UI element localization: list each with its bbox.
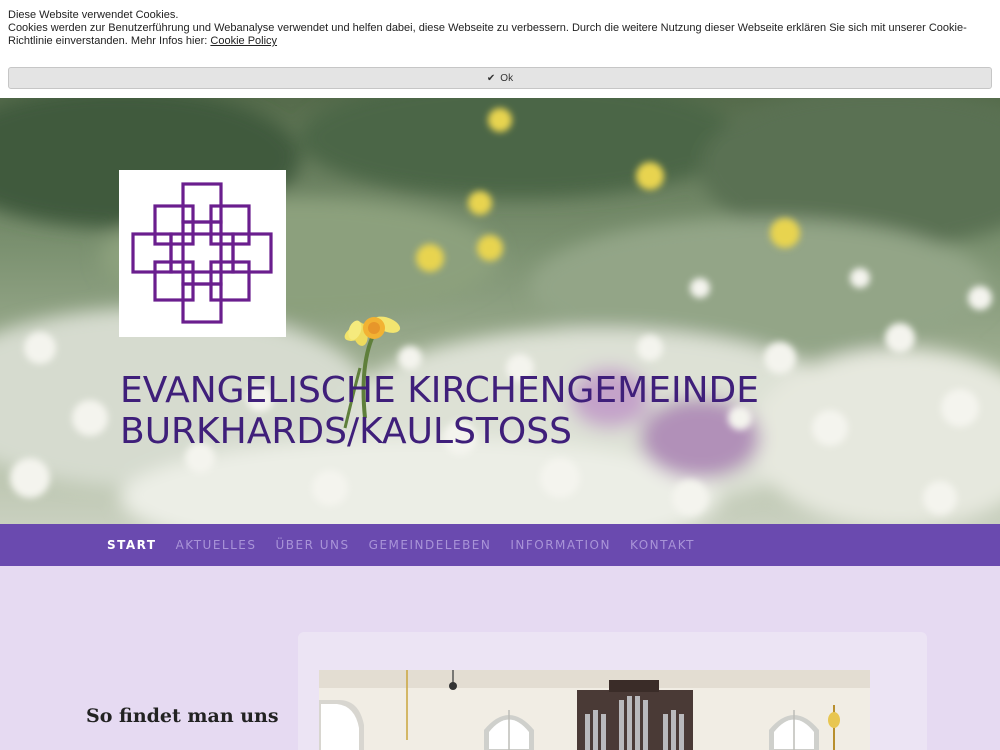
- cookie-body-wrap: Cookies werden zur Benutzerführung und W…: [8, 22, 992, 48]
- nav-item-gemeindeleben[interactable]: Gemeindeleben: [369, 538, 492, 552]
- cookie-banner: Diese Website verwendet Cookies. Cookies…: [0, 0, 1000, 98]
- nav-list: Start Aktuelles Über uns Gemeindeleben I…: [107, 524, 714, 566]
- cookie-policy-link[interactable]: Cookie Policy: [210, 35, 277, 47]
- site-title-line2: Burkhards/Kaulstoss: [120, 411, 572, 452]
- sidebar-title: So findet man uns: [86, 705, 279, 727]
- cookie-heading: Diese Website verwendet Cookies.: [8, 9, 179, 21]
- church-logo[interactable]: [119, 170, 286, 337]
- nav-item-ueber-uns[interactable]: Über uns: [276, 538, 350, 552]
- church-interior-image: [319, 670, 870, 750]
- cookie-body: Cookies werden zur Benutzerführung und W…: [8, 22, 967, 47]
- content-card: [298, 632, 927, 750]
- hero-banner: Evangelische Kirchengemeinde Burkhards/K…: [0, 98, 1000, 524]
- site-title-line1: Evangelische Kirchengemeinde: [120, 370, 759, 411]
- main-navigation: Start Aktuelles Über uns Gemeindeleben I…: [0, 524, 1000, 566]
- site-title: Evangelische Kirchengemeinde Burkhards/K…: [120, 370, 840, 452]
- nav-item-information[interactable]: Information: [510, 538, 611, 552]
- church-interior-photo: [319, 670, 870, 750]
- cross-logo-icon: [131, 182, 273, 324]
- cookie-ok-label: Ok: [500, 72, 514, 84]
- nav-item-kontakt[interactable]: Kontakt: [630, 538, 695, 552]
- nav-item-aktuelles[interactable]: Aktuelles: [176, 538, 257, 552]
- check-icon: ✔: [486, 72, 496, 84]
- cookie-ok-button[interactable]: ✔ Ok: [8, 67, 992, 89]
- nav-item-start[interactable]: Start: [107, 538, 157, 552]
- cookie-text: Diese Website verwendet Cookies. Cookies…: [8, 9, 992, 48]
